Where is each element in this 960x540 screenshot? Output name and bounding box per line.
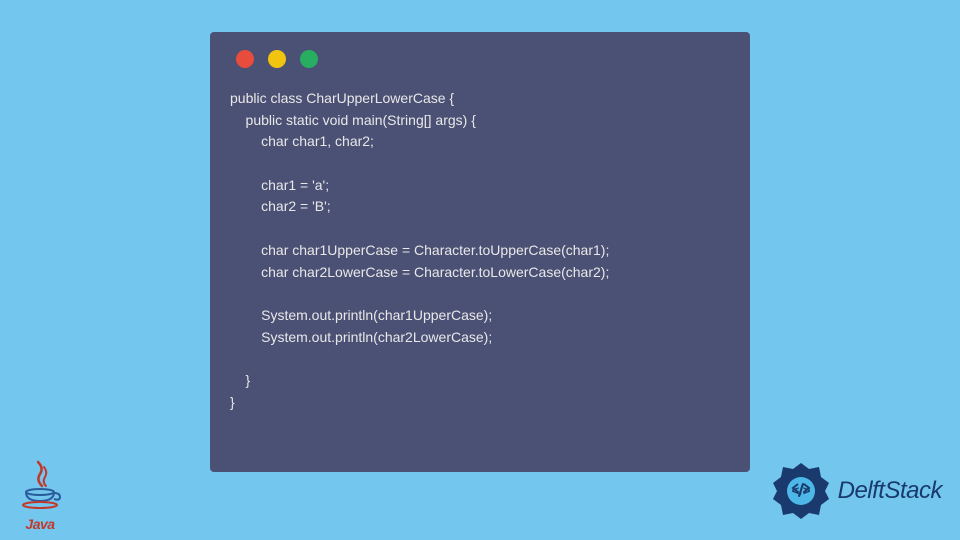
minimize-icon[interactable] bbox=[268, 50, 286, 68]
code-line: System.out.println(char1UpperCase); bbox=[230, 307, 492, 323]
code-window: public class CharUpperLowerCase { public… bbox=[210, 32, 750, 472]
code-line: } bbox=[230, 372, 250, 388]
delftstack-badge-icon: </> bbox=[770, 460, 832, 522]
code-line: char2 = 'B'; bbox=[230, 198, 331, 214]
code-line: public static void main(String[] args) { bbox=[230, 112, 476, 128]
svg-text:</>: </> bbox=[791, 483, 810, 498]
java-logo: Java bbox=[18, 459, 62, 532]
code-line: char1 = 'a'; bbox=[230, 177, 329, 193]
code-line: public class CharUpperLowerCase { bbox=[230, 90, 454, 106]
code-line: char char1, char2; bbox=[230, 133, 374, 149]
java-cup-icon bbox=[18, 459, 62, 514]
delftstack-logo-text: DelftStack bbox=[838, 477, 942, 505]
close-icon[interactable] bbox=[236, 50, 254, 68]
code-line: System.out.println(char2LowerCase); bbox=[230, 329, 492, 345]
java-logo-text: Java bbox=[25, 516, 54, 532]
code-line: char char1UpperCase = Character.toUpperC… bbox=[230, 242, 609, 258]
code-line: char char2LowerCase = Character.toLowerC… bbox=[230, 264, 609, 280]
delftstack-logo: </> DelftStack bbox=[770, 460, 942, 522]
code-block: public class CharUpperLowerCase { public… bbox=[230, 88, 730, 413]
maximize-icon[interactable] bbox=[300, 50, 318, 68]
code-line: } bbox=[230, 394, 235, 410]
window-controls bbox=[230, 50, 730, 68]
